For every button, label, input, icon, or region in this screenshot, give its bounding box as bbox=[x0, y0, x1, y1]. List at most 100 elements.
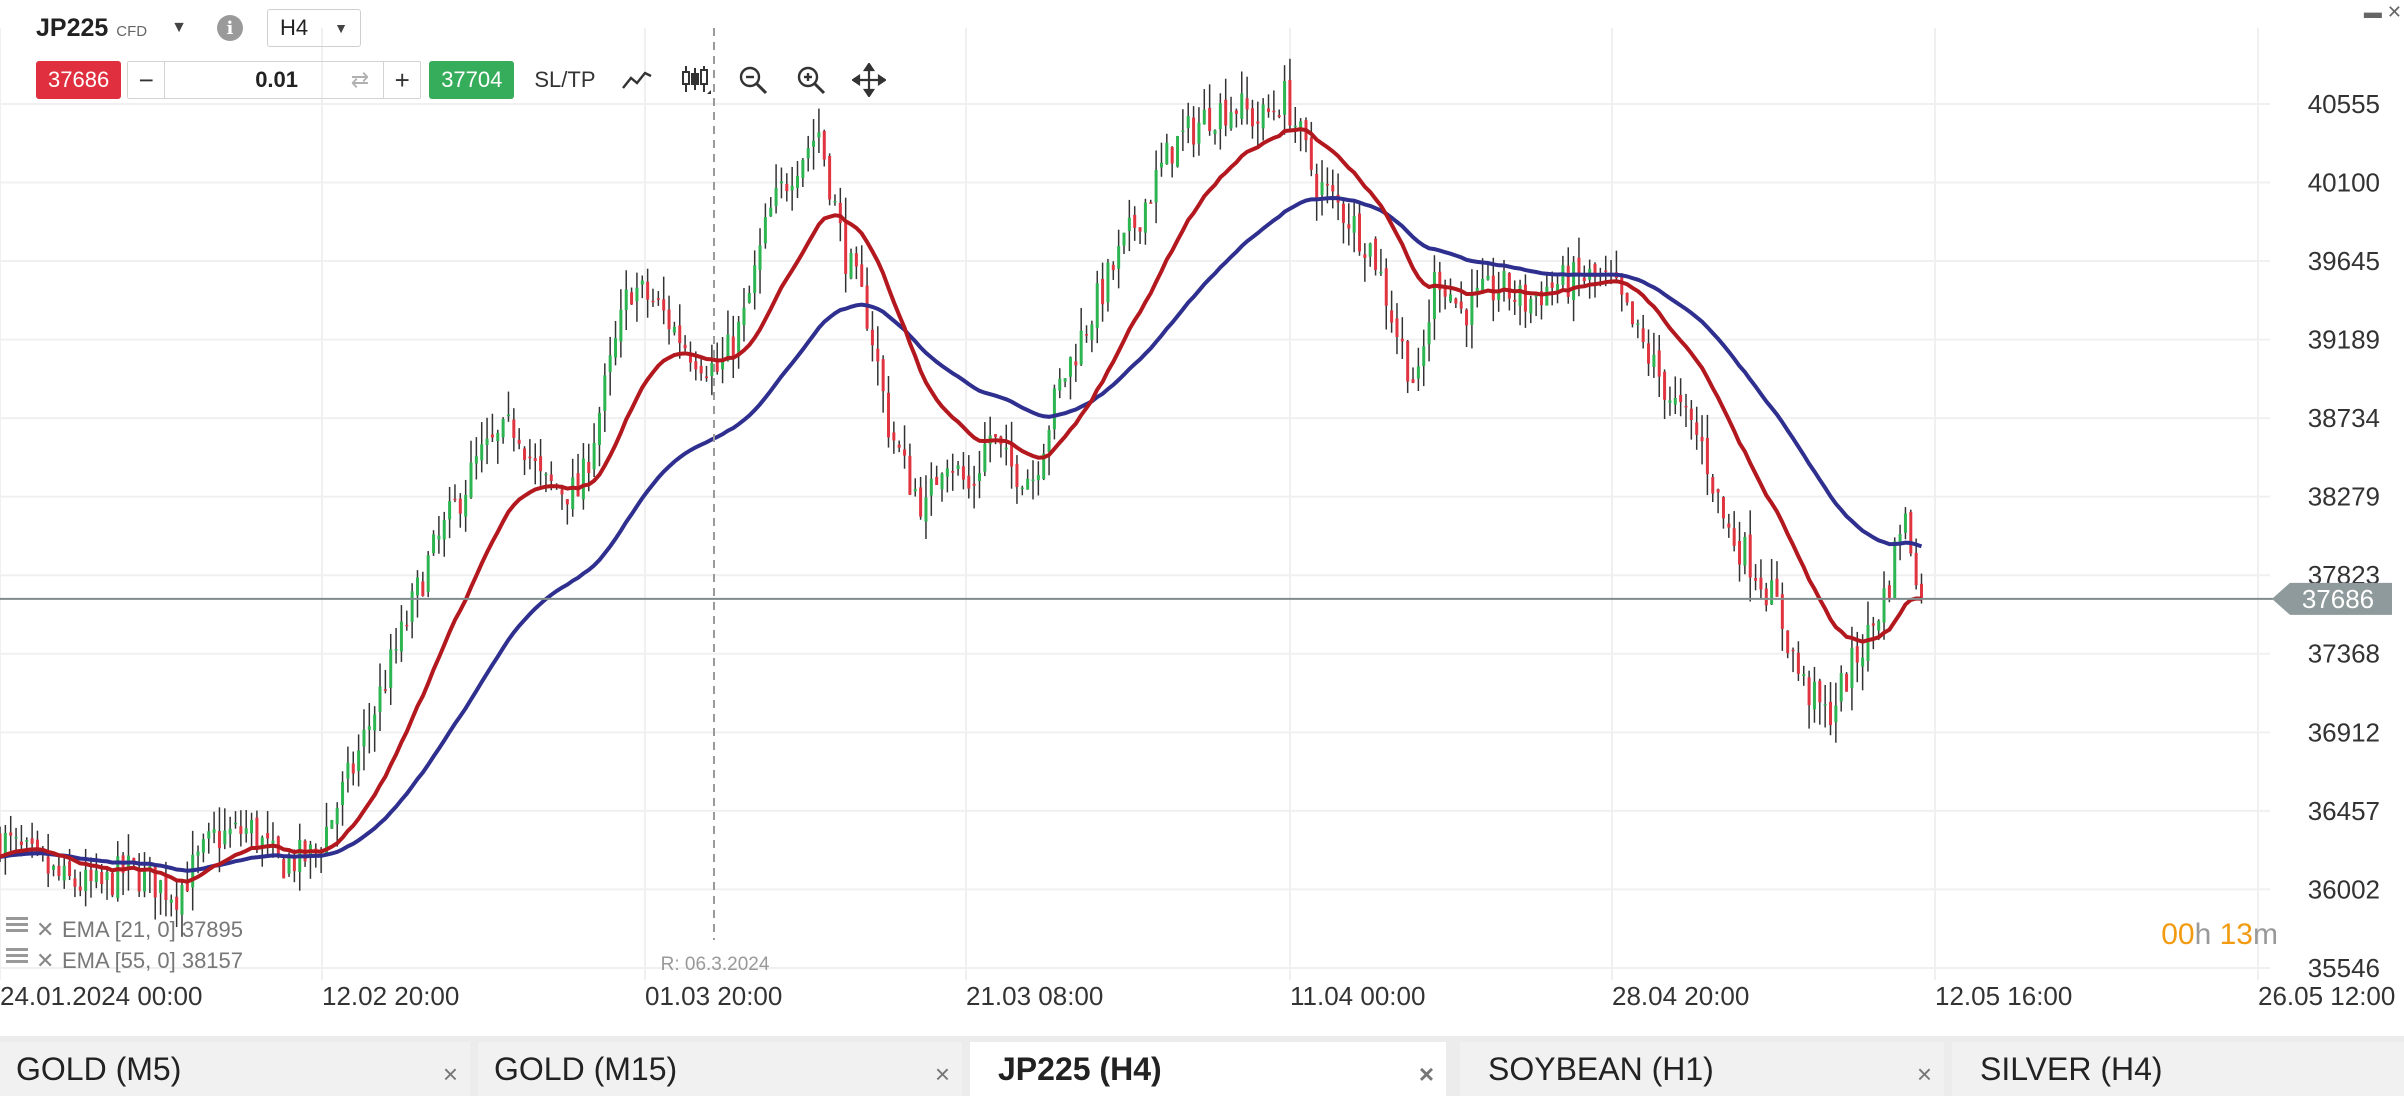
candle-down bbox=[705, 376, 709, 378]
candle-up bbox=[1261, 104, 1265, 129]
candle-up bbox=[399, 621, 403, 652]
close-icon[interactable]: × bbox=[443, 1059, 458, 1090]
candle-up bbox=[1154, 169, 1158, 203]
swap-icon[interactable]: ⇄ bbox=[351, 67, 369, 93]
candle-up bbox=[619, 309, 623, 342]
sell-button[interactable]: 37686 bbox=[36, 61, 122, 99]
candle-down bbox=[1192, 117, 1196, 145]
candle-up bbox=[1004, 447, 1008, 450]
candle-up bbox=[913, 488, 917, 492]
candle-up bbox=[1106, 262, 1110, 303]
candle-down bbox=[897, 444, 901, 448]
candle-up bbox=[774, 187, 778, 207]
candle-down bbox=[1604, 270, 1608, 272]
candle-down bbox=[886, 392, 890, 438]
candle-up bbox=[1368, 243, 1372, 257]
candle-up bbox=[159, 880, 163, 894]
tab-silver-h4[interactable]: SILVER (H4) bbox=[1952, 1042, 2404, 1096]
candle-up bbox=[14, 836, 18, 839]
quantity-stepper[interactable]: − 0.01 ⇄ + bbox=[127, 61, 422, 99]
candle-down bbox=[860, 264, 864, 287]
candle-up bbox=[330, 820, 334, 829]
candle-up bbox=[201, 839, 205, 853]
candle-up bbox=[1470, 291, 1474, 325]
buy-button[interactable]: 37704 bbox=[429, 61, 515, 99]
candle-down bbox=[1625, 292, 1629, 303]
sltp-button[interactable]: SL/TP bbox=[534, 67, 595, 93]
increase-button[interactable]: + bbox=[384, 62, 420, 98]
candle-down bbox=[1459, 301, 1463, 309]
timeframe-select[interactable]: H4 ▼ bbox=[266, 9, 361, 47]
candle-down bbox=[908, 455, 912, 495]
candle-down bbox=[972, 483, 976, 486]
price-chart[interactable]: 4055540100396453918938734382793782337368… bbox=[0, 0, 2404, 1036]
candle-down bbox=[1256, 121, 1260, 124]
candle-up bbox=[1893, 541, 1897, 599]
candle-up bbox=[1063, 378, 1067, 382]
window-controls[interactable]: ▬ ✕ bbox=[2364, 2, 2402, 23]
candle-up bbox=[1486, 275, 1490, 280]
candle-down bbox=[1818, 680, 1822, 703]
tab-soybean-h1[interactable]: SOYBEAN (H1) × bbox=[1460, 1042, 1944, 1096]
candle-up bbox=[1877, 620, 1881, 631]
menu-icon bbox=[6, 954, 28, 957]
x-tick-label: 21.03 08:00 bbox=[966, 981, 1103, 1011]
candle-down bbox=[699, 365, 703, 374]
candle-up bbox=[84, 869, 88, 892]
candle-down bbox=[1791, 649, 1795, 652]
candle-down bbox=[89, 869, 93, 882]
candle-up bbox=[378, 686, 382, 713]
candle-down bbox=[1695, 422, 1699, 435]
candle-down bbox=[1454, 298, 1458, 304]
candle-up bbox=[1240, 93, 1244, 119]
symbol-selector[interactable]: JP225 CFD ▼ i H4 ▼ bbox=[36, 8, 361, 48]
candle-down bbox=[19, 841, 23, 846]
close-icon[interactable]: × bbox=[935, 1059, 950, 1090]
candlestick-icon[interactable] bbox=[678, 63, 712, 97]
candle-up bbox=[833, 200, 837, 203]
candle-up bbox=[1416, 366, 1420, 379]
candle-up bbox=[389, 649, 393, 688]
candle-up bbox=[271, 840, 275, 844]
zoom-in-icon[interactable] bbox=[794, 63, 828, 97]
candle-up bbox=[635, 287, 639, 302]
candle-up bbox=[1036, 475, 1040, 481]
tab-gold-m15[interactable]: GOLD (M15) × bbox=[478, 1042, 962, 1096]
chevron-down-icon[interactable]: ▼ bbox=[171, 19, 187, 37]
close-icon[interactable]: × bbox=[1419, 1059, 1434, 1090]
candle-up bbox=[1502, 271, 1506, 290]
candle-down bbox=[185, 883, 189, 892]
candle-down bbox=[1085, 334, 1089, 336]
line-chart-icon[interactable] bbox=[620, 63, 654, 97]
candle-down bbox=[1406, 341, 1410, 382]
candle-up bbox=[196, 851, 200, 856]
move-icon[interactable] bbox=[851, 63, 886, 97]
tab-label: SILVER (H4) bbox=[1980, 1050, 2163, 1087]
candle-down bbox=[1513, 299, 1517, 302]
zoom-out-icon[interactable] bbox=[736, 63, 770, 97]
candle-down bbox=[1796, 652, 1800, 674]
candle-down bbox=[854, 253, 858, 267]
candle-up bbox=[223, 830, 227, 845]
close-icon[interactable]: × bbox=[1917, 1059, 1932, 1090]
candle-up bbox=[250, 819, 254, 834]
candle-down bbox=[1507, 272, 1511, 299]
chart-tabs: GOLD (M5) × GOLD (M15) × JP225 (H4) × SO… bbox=[0, 1036, 2404, 1096]
decrease-button[interactable]: − bbox=[128, 62, 164, 98]
candle-down bbox=[458, 498, 462, 514]
tab-gold-m5[interactable]: GOLD (M5) × bbox=[0, 1042, 470, 1096]
candle-down bbox=[1716, 489, 1720, 493]
candle-up bbox=[796, 175, 800, 188]
tab-jp225-h4[interactable]: JP225 (H4) × bbox=[970, 1042, 1446, 1096]
candle-up bbox=[1068, 357, 1072, 377]
candle-up bbox=[769, 207, 773, 217]
quantity-input[interactable]: 0.01 ⇄ bbox=[164, 62, 385, 98]
candle-up bbox=[1165, 142, 1169, 165]
y-tick-label: 36457 bbox=[2308, 796, 2380, 826]
candle-up bbox=[415, 577, 419, 596]
candle-down bbox=[517, 439, 521, 444]
candle-down bbox=[78, 886, 82, 891]
info-icon[interactable]: i bbox=[216, 15, 243, 41]
tab-label: GOLD (M15) bbox=[494, 1050, 678, 1087]
candle-up bbox=[1422, 346, 1426, 367]
